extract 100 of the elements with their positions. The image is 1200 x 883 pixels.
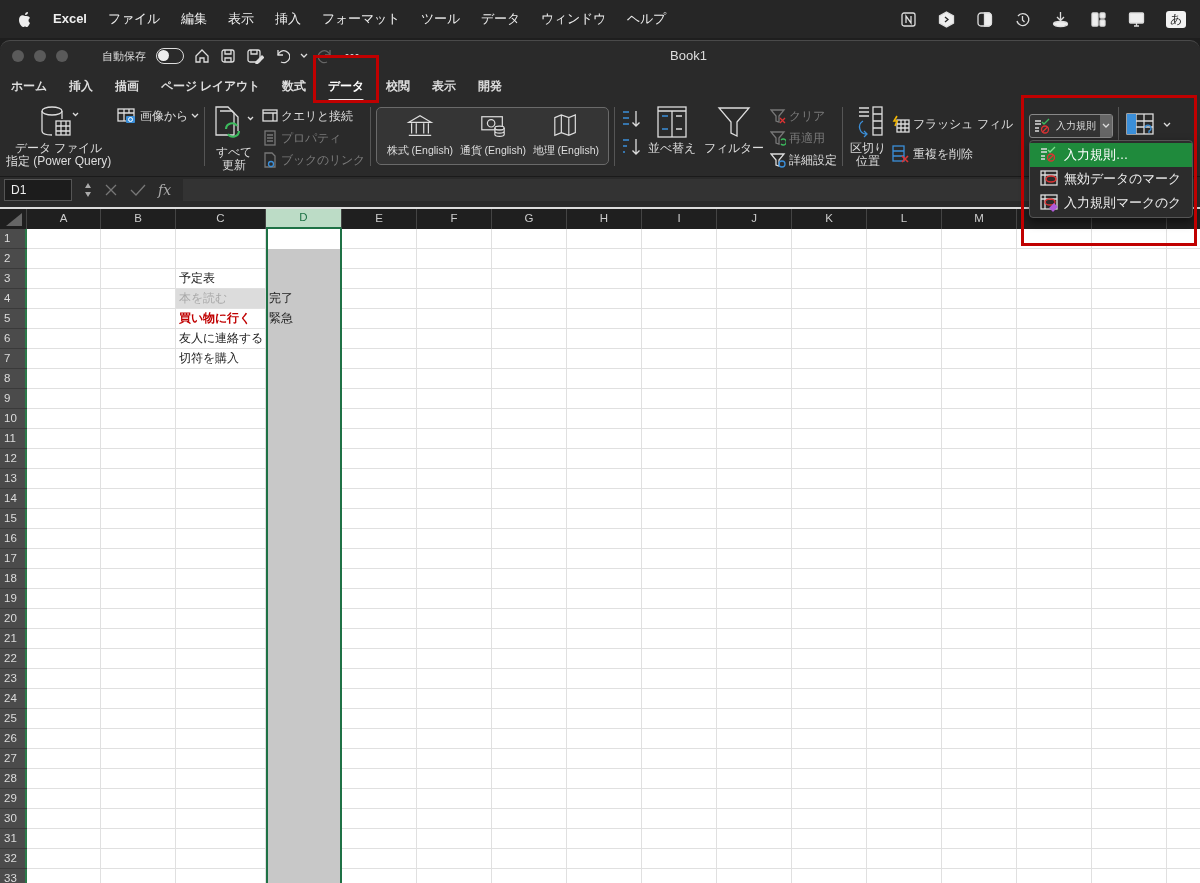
ribbon-button[interactable]: 重複を削除	[892, 143, 1013, 165]
row-header[interactable]: 2	[0, 249, 27, 269]
row-header[interactable]: 32	[0, 849, 27, 869]
column-header[interactable]: F	[417, 209, 492, 229]
row-header[interactable]: 6	[0, 329, 27, 349]
column-header[interactable]: E	[342, 209, 417, 229]
history-icon[interactable]	[1014, 10, 1031, 28]
column-header[interactable]: A	[27, 209, 101, 229]
row-header[interactable]: 31	[0, 829, 27, 849]
menu-item[interactable]: 無効データのマーク	[1029, 167, 1192, 191]
row-header[interactable]: 29	[0, 789, 27, 809]
home-icon[interactable]	[194, 48, 210, 64]
download-icon[interactable]	[1052, 10, 1069, 28]
sort-button[interactable]: 並べ替え	[646, 105, 699, 171]
row-header[interactable]: 25	[0, 709, 27, 729]
autosave-toggle[interactable]	[156, 48, 184, 64]
menu-item[interactable]: ヘルプ	[627, 9, 666, 29]
row-header[interactable]: 9	[0, 389, 27, 409]
hexagon-icon[interactable]	[938, 10, 955, 28]
row-header[interactable]: 28	[0, 769, 27, 789]
row-header[interactable]: 15	[0, 509, 27, 529]
get-data-button[interactable]: データ ファイル 指定 (Power Query)	[4, 105, 114, 168]
menu-item[interactable]: フォーマット	[322, 9, 400, 29]
row-header[interactable]: 14	[0, 489, 27, 509]
row-header[interactable]: 30	[0, 809, 27, 829]
row-header[interactable]: 11	[0, 429, 27, 449]
redo-icon[interactable]	[318, 48, 334, 64]
menu-item[interactable]: 編集	[181, 9, 207, 29]
input-method-indicator[interactable]: あ	[1166, 10, 1186, 28]
ribbon-tab[interactable]: データ	[317, 73, 376, 99]
data-validation-button[interactable]: 入力規則	[1028, 114, 1113, 138]
menu-item[interactable]: データ	[481, 9, 520, 29]
column-header[interactable]: K	[792, 209, 867, 229]
notion-icon[interactable]	[900, 10, 917, 28]
row-header[interactable]: 19	[0, 589, 27, 609]
data-type-button[interactable]: 通貨 (English)	[456, 110, 530, 162]
row-header[interactable]: 26	[0, 729, 27, 749]
menu-item[interactable]: ウィンドウ	[541, 9, 606, 29]
save-as-icon[interactable]	[246, 48, 264, 64]
row-header[interactable]: 12	[0, 449, 27, 469]
ribbon-tab[interactable]: 挿入	[58, 73, 104, 99]
sort-ascending-icon[interactable]	[620, 109, 643, 129]
row-header[interactable]: 1	[0, 229, 27, 249]
column-header[interactable]: C	[176, 209, 266, 229]
menu-item[interactable]: 表示	[228, 9, 254, 29]
ribbon-tab[interactable]: 描画	[104, 73, 150, 99]
app-menu[interactable]: Excel	[53, 9, 87, 29]
row-header[interactable]: 10	[0, 409, 27, 429]
row-header[interactable]: 17	[0, 549, 27, 569]
data-type-button[interactable]: 株式 (English)	[383, 110, 457, 162]
row-header[interactable]: 23	[0, 669, 27, 689]
row-header[interactable]: 3	[0, 269, 27, 289]
menu-item[interactable]: 入力規則…	[1029, 143, 1192, 167]
menu-item[interactable]: 挿入	[275, 9, 301, 29]
menu-item[interactable]: 入力規則マークのク	[1029, 191, 1192, 215]
cancel-icon[interactable]	[104, 183, 118, 197]
data-type-button[interactable]: 地理 (English)	[529, 110, 603, 162]
ribbon-button[interactable]: 詳細設定	[770, 149, 838, 171]
name-box[interactable]: D1	[4, 179, 72, 201]
from-picture-button[interactable]: 画像から	[117, 105, 200, 127]
ribbon-tab[interactable]: 校閲	[375, 73, 422, 99]
layout-icon[interactable]	[1090, 10, 1107, 28]
row-header[interactable]: 33	[0, 869, 27, 883]
row-header[interactable]: 22	[0, 649, 27, 669]
row-header[interactable]: 7	[0, 349, 27, 369]
menu-item[interactable]: ファイル	[108, 9, 160, 29]
column-header[interactable]: G	[492, 209, 567, 229]
what-if-button[interactable]	[1123, 113, 1173, 137]
contrast-icon[interactable]	[976, 10, 993, 28]
row-header[interactable]: 24	[0, 689, 27, 709]
column-header[interactable]: H	[567, 209, 642, 229]
row-header[interactable]: 21	[0, 629, 27, 649]
check-icon[interactable]	[130, 183, 146, 197]
row-header[interactable]: 5	[0, 309, 27, 329]
row-header[interactable]: 8	[0, 369, 27, 389]
row-header[interactable]: 4	[0, 289, 27, 309]
insert-function-button[interactable]: fx	[158, 179, 172, 201]
row-header[interactable]: 27	[0, 749, 27, 769]
column-header[interactable]: D	[266, 209, 342, 229]
column-header[interactable]: M	[942, 209, 1017, 229]
row-header[interactable]: 20	[0, 609, 27, 629]
ribbon-tab[interactable]: 開発	[467, 73, 514, 99]
ribbon-tab[interactable]: ページ レイアウト	[150, 73, 272, 99]
ribbon-button[interactable]: フラッシュ フィル	[892, 113, 1013, 135]
ribbon-button[interactable]: クエリと接続	[262, 105, 366, 127]
menu-item[interactable]: ツール	[421, 9, 460, 29]
column-header[interactable]: B	[101, 209, 176, 229]
row-header[interactable]: 13	[0, 469, 27, 489]
row-header[interactable]: 16	[0, 529, 27, 549]
ribbon-tab[interactable]: 表示	[421, 73, 468, 99]
undo-icon[interactable]	[274, 48, 290, 64]
monitor-icon[interactable]	[1128, 10, 1145, 28]
sort-descending-icon[interactable]	[620, 137, 643, 157]
column-header[interactable]: J	[717, 209, 792, 229]
ribbon-tab[interactable]: ホーム	[0, 73, 58, 99]
filter-button[interactable]: フィルター	[702, 105, 767, 171]
column-header[interactable]: L	[867, 209, 942, 229]
text-to-columns-button[interactable]: 区切り 位置	[848, 105, 889, 168]
save-icon[interactable]	[220, 48, 236, 64]
column-header[interactable]: I	[642, 209, 717, 229]
